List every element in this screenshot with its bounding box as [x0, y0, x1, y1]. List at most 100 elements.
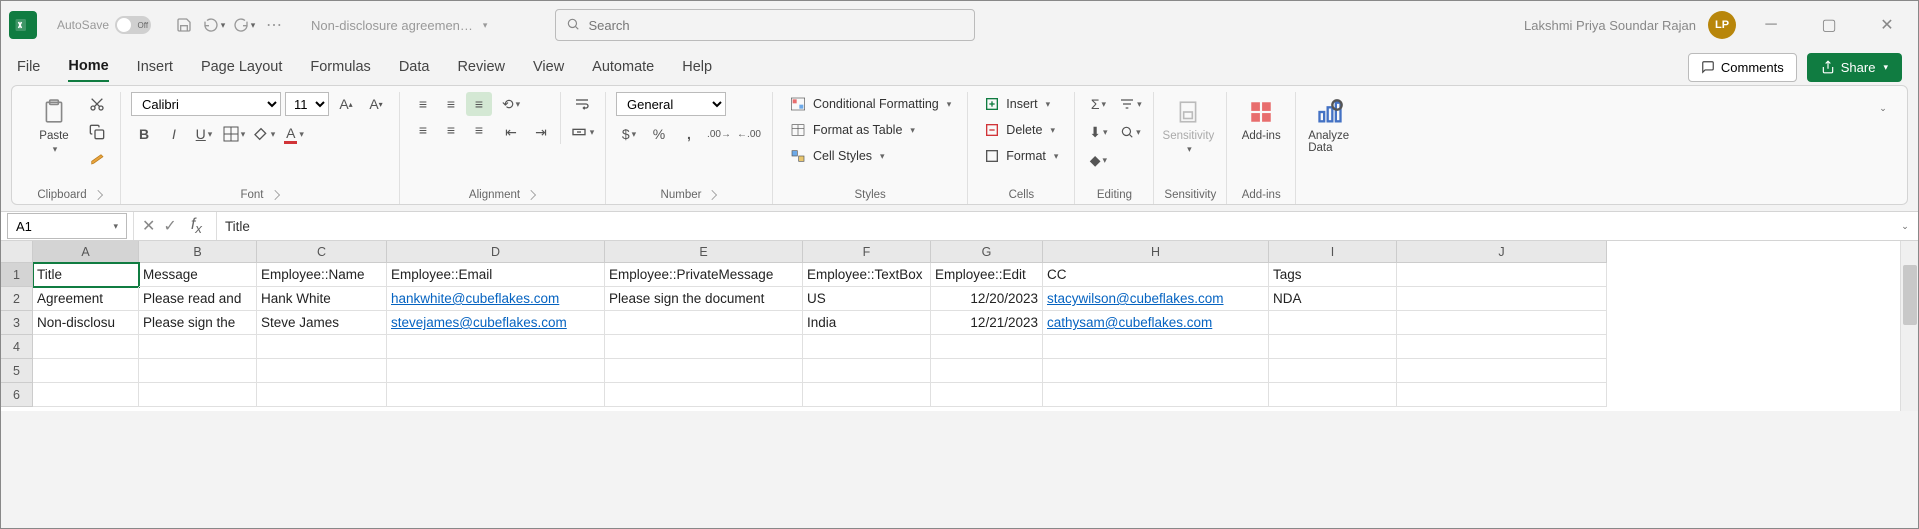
cell[interactable]: Tags — [1269, 263, 1397, 287]
row-header[interactable]: 4 — [1, 335, 33, 359]
spreadsheet-grid[interactable]: 123456 ABCDEFGHIJ TitleMessageEmployee::… — [1, 241, 1918, 411]
formula-input[interactable]: Title — [217, 219, 1890, 234]
cell[interactable] — [605, 335, 803, 359]
select-all-corner[interactable] — [1, 241, 33, 263]
cell[interactable]: Please read and — [139, 287, 257, 311]
cell[interactable] — [931, 335, 1043, 359]
number-dialog-launcher-icon[interactable] — [708, 190, 718, 200]
cell[interactable] — [139, 383, 257, 407]
increase-font-icon[interactable]: A▴ — [333, 92, 359, 116]
search-input[interactable]: Search — [555, 9, 975, 41]
cell[interactable]: Title — [33, 263, 139, 287]
decrease-decimal-icon[interactable]: ←.00 — [736, 122, 762, 146]
cell[interactable] — [1397, 287, 1607, 311]
cell[interactable] — [257, 383, 387, 407]
cell[interactable] — [605, 359, 803, 383]
cell[interactable] — [33, 359, 139, 383]
cell[interactable] — [1269, 359, 1397, 383]
cell[interactable]: NDA — [1269, 287, 1397, 311]
cell[interactable]: Message — [139, 263, 257, 287]
decrease-indent-icon[interactable]: ⇤ — [498, 120, 524, 144]
cell[interactable] — [1397, 311, 1607, 335]
col-header[interactable]: A — [33, 241, 139, 263]
cell[interactable] — [1397, 359, 1607, 383]
analyze-data-button[interactable]: Analyze Data — [1306, 92, 1354, 158]
border-icon[interactable]: ▾ — [221, 122, 247, 146]
cell[interactable] — [1397, 263, 1607, 287]
minimize-icon[interactable]: ─ — [1748, 9, 1794, 41]
cell[interactable] — [139, 359, 257, 383]
cell[interactable] — [803, 383, 931, 407]
cell[interactable] — [1043, 383, 1269, 407]
fill-color-icon[interactable]: ▾ — [251, 122, 277, 146]
col-header[interactable]: B — [139, 241, 257, 263]
cell[interactable]: Employee::Email — [387, 263, 605, 287]
tab-page-layout[interactable]: Page Layout — [201, 53, 282, 81]
comments-button[interactable]: Comments — [1688, 53, 1797, 82]
autosave[interactable]: AutoSave Off — [57, 16, 151, 34]
format-as-table-button[interactable]: Format as Table▾ — [783, 118, 921, 142]
cell[interactable]: Employee::TextBox — [803, 263, 931, 287]
conditional-formatting-button[interactable]: Conditional Formatting▾ — [783, 92, 957, 116]
italic-button[interactable]: I — [161, 122, 187, 146]
cell[interactable]: stevejames@cubeflakes.com — [387, 311, 605, 335]
align-right-icon[interactable]: ≡ — [466, 118, 492, 142]
comma-icon[interactable]: , — [676, 122, 702, 146]
cell[interactable] — [1043, 359, 1269, 383]
font-name-select[interactable]: Calibri — [131, 92, 281, 116]
col-header[interactable]: D — [387, 241, 605, 263]
cell[interactable] — [1269, 383, 1397, 407]
col-header[interactable]: C — [257, 241, 387, 263]
cell[interactable] — [257, 359, 387, 383]
cell[interactable] — [1397, 335, 1607, 359]
increase-indent-icon[interactable]: ⇥ — [528, 120, 554, 144]
align-center-icon[interactable]: ≡ — [438, 118, 464, 142]
cell-styles-button[interactable]: Cell Styles▾ — [783, 144, 891, 168]
font-color-icon[interactable]: A▾ — [281, 122, 307, 146]
cell[interactable] — [139, 335, 257, 359]
number-format-select[interactable]: General — [616, 92, 726, 116]
cell[interactable]: hankwhite@cubeflakes.com — [387, 287, 605, 311]
cell[interactable] — [33, 335, 139, 359]
col-header[interactable]: J — [1397, 241, 1607, 263]
cell[interactable] — [1043, 335, 1269, 359]
expand-formula-bar-icon[interactable]: ⌄ — [1890, 221, 1918, 232]
row-header[interactable]: 1 — [1, 263, 33, 287]
cell[interactable] — [605, 311, 803, 335]
username[interactable]: Lakshmi Priya Soundar Rajan — [1524, 18, 1696, 33]
format-cells-button[interactable]: Format▾ — [978, 144, 1064, 168]
tab-file[interactable]: File — [17, 53, 40, 81]
cell[interactable]: India — [803, 311, 931, 335]
fb-enter-icon[interactable]: ✓ — [163, 216, 176, 236]
align-middle-icon[interactable]: ≡ — [438, 92, 464, 116]
cell[interactable] — [605, 383, 803, 407]
vertical-scrollbar[interactable] — [1900, 241, 1918, 411]
delete-cells-button[interactable]: Delete▾ — [978, 118, 1061, 142]
cell[interactable] — [803, 359, 931, 383]
cell[interactable]: US — [803, 287, 931, 311]
cell[interactable] — [1397, 383, 1607, 407]
cut-icon[interactable] — [84, 92, 110, 116]
redo-icon[interactable]: ▾ — [231, 12, 257, 38]
undo-icon[interactable]: ▾ — [201, 12, 227, 38]
cell[interactable] — [1269, 335, 1397, 359]
avatar[interactable]: LP — [1708, 11, 1736, 39]
autosave-toggle[interactable]: Off — [115, 16, 151, 34]
autosum-icon[interactable]: Σ▾ — [1085, 92, 1111, 116]
increase-decimal-icon[interactable]: .00→ — [706, 122, 732, 146]
row-header[interactable]: 2 — [1, 287, 33, 311]
alignment-dialog-launcher-icon[interactable] — [526, 190, 536, 200]
cell[interactable]: Employee::PrivateMessage — [605, 263, 803, 287]
clipboard-dialog-launcher-icon[interactable] — [93, 190, 103, 200]
cell[interactable]: 12/21/2023 — [931, 311, 1043, 335]
tab-formulas[interactable]: Formulas — [310, 53, 370, 81]
name-box[interactable]: A1▾ — [7, 213, 127, 239]
cell[interactable]: Please sign the — [139, 311, 257, 335]
merge-icon[interactable]: ▾ — [569, 120, 595, 144]
align-left-icon[interactable]: ≡ — [410, 118, 436, 142]
tab-home[interactable]: Home — [68, 52, 108, 82]
sort-filter-icon[interactable]: ▾ — [1117, 92, 1143, 116]
cell[interactable] — [33, 383, 139, 407]
cell[interactable]: Agreement — [33, 287, 139, 311]
addins-button[interactable]: Add-ins — [1237, 92, 1285, 146]
